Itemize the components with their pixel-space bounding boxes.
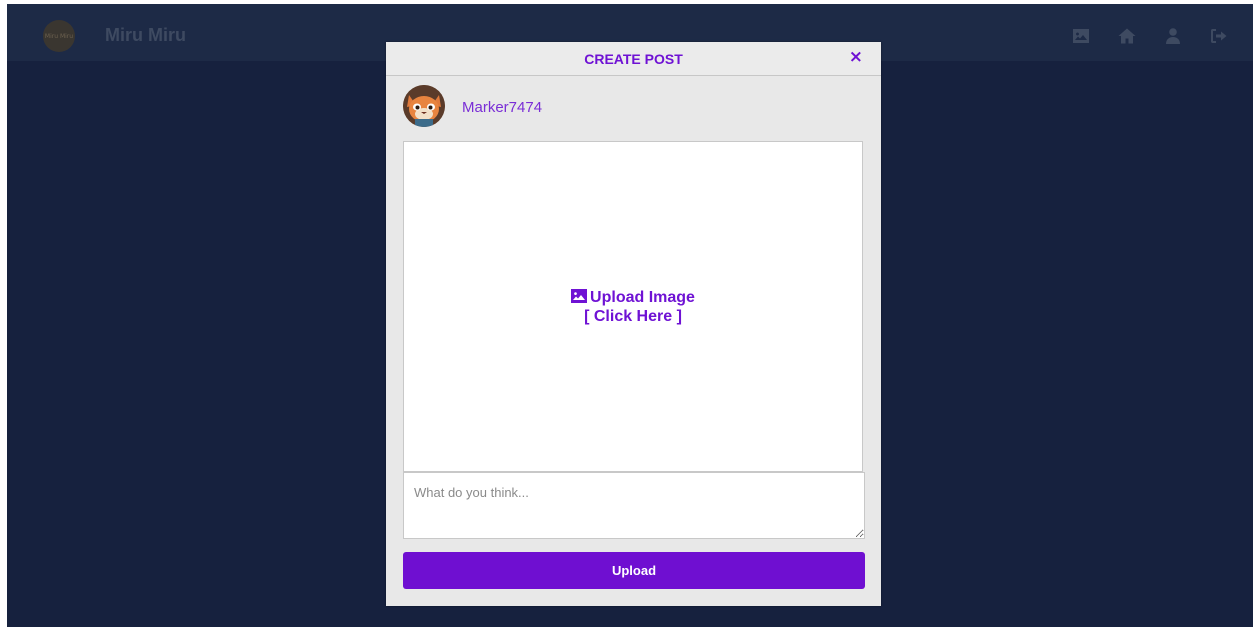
close-button[interactable]: ×	[849, 47, 863, 67]
image-icon[interactable]	[1070, 27, 1092, 45]
caption-input[interactable]	[403, 472, 865, 539]
app-logo[interactable]: Miru Miru	[43, 20, 75, 52]
brand-name[interactable]: Miru Miru	[105, 25, 186, 46]
cat-avatar-icon	[403, 85, 445, 127]
upload-label: Upload Image	[590, 289, 695, 306]
logout-icon[interactable]	[1208, 27, 1230, 45]
home-icon[interactable]	[1116, 27, 1138, 45]
nav-icons	[1046, 27, 1230, 45]
image-icon	[571, 289, 588, 303]
user-icon[interactable]	[1162, 27, 1184, 45]
create-post-modal: CREATE POST × Marker7474 Upload Image […	[386, 42, 881, 606]
upload-image-area[interactable]: Upload Image [ Click Here ]	[403, 141, 863, 472]
upload-text: Upload Image [ Click Here ]	[404, 288, 862, 326]
avatar	[403, 85, 445, 127]
upload-button[interactable]: Upload	[403, 552, 865, 589]
app-frame: Miru Miru Miru Miru CREATE POST × Marker…	[7, 4, 1253, 627]
modal-header: CREATE POST ×	[386, 42, 881, 76]
username[interactable]: Marker7474	[462, 99, 542, 116]
modal-title: CREATE POST	[584, 51, 683, 67]
upload-hint: [ Click Here ]	[584, 308, 682, 325]
